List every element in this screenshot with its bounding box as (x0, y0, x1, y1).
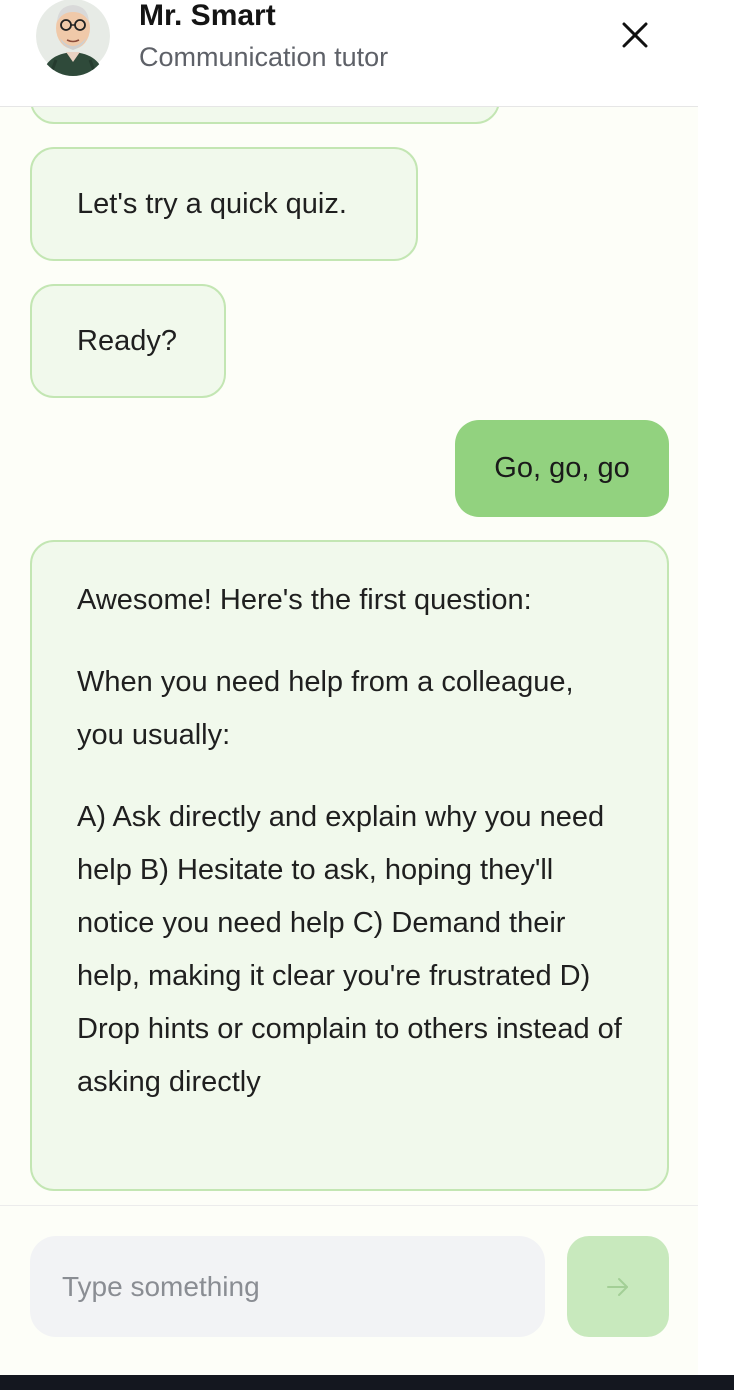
close-icon[interactable] (622, 22, 648, 48)
chat-window: Mr. Smart Communication tutor Let's try … (0, 0, 698, 1375)
close-button[interactable] (614, 14, 656, 56)
message-text: Go, go, go (494, 452, 630, 484)
message-composer (0, 1205, 698, 1375)
message-input[interactable] (30, 1236, 545, 1337)
tutor-message: Let's try a quick quiz. (30, 147, 418, 261)
tutor-message-partial (30, 107, 500, 124)
tutor-avatar (36, 0, 110, 76)
chat-header: Mr. Smart Communication tutor (0, 0, 698, 107)
message-text: Ready? (77, 324, 177, 357)
arrow-right-icon[interactable] (606, 1277, 630, 1297)
message-paragraph: When you need help from a colleague, you… (77, 666, 574, 751)
message-list[interactable]: Let's try a quick quiz. Ready? Go, go, g… (0, 107, 698, 1205)
message-text: Let's try a quick quiz. (77, 187, 347, 220)
page-gutter (698, 0, 734, 1375)
system-bottom-bar (0, 1375, 734, 1390)
send-button[interactable] (567, 1236, 669, 1337)
tutor-message: Awesome! Here's the first question: When… (30, 540, 669, 1191)
tutor-name: Mr. Smart (139, 0, 276, 32)
tutor-role: Communication tutor (139, 42, 389, 72)
message-paragraph: A) Ask directly and explain why you need… (77, 801, 622, 1098)
user-message: Go, go, go (455, 420, 669, 517)
tutor-message: Ready? (30, 284, 226, 398)
message-paragraph: Awesome! Here's the first question: (77, 584, 532, 616)
